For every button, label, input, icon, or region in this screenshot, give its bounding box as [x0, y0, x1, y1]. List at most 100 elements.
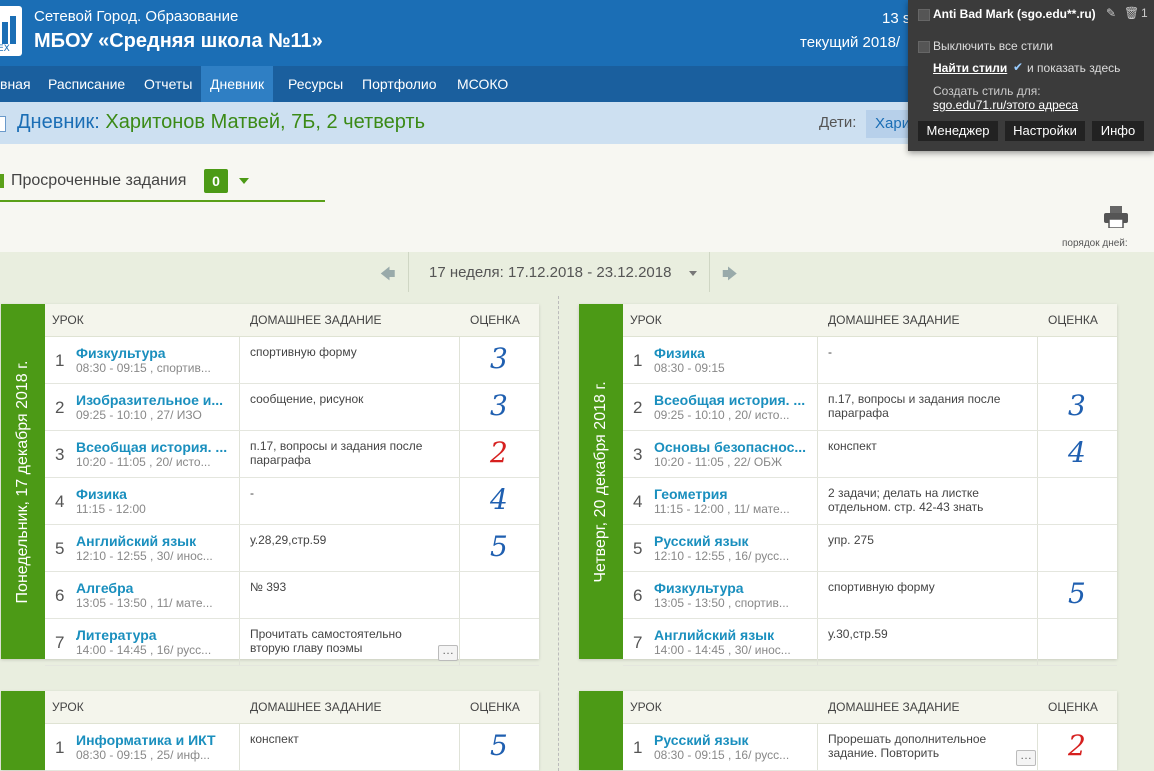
table-header: УРОК ДОМАШНЕЕ ЗАДАНИЕ ОЦЕНКА [45, 691, 539, 724]
lesson-time: 12:10 - 12:55 , 30/ инос... [76, 549, 213, 563]
subject-link[interactable]: Физкультура [654, 580, 814, 596]
subject-link[interactable]: Литература [76, 627, 236, 643]
nav-item[interactable]: Расписание [39, 66, 134, 102]
edit-icon[interactable]: ✎ [1106, 6, 1116, 20]
homework-text: Прочитать самостоятельно вторую главу по… [250, 627, 402, 655]
subject-link[interactable]: Всеобщая история. ... [76, 439, 236, 455]
info-button[interactable]: Инфо [1092, 121, 1144, 141]
column-header-grade: ОЦЕНКА [470, 313, 520, 327]
chevron-down-icon[interactable] [239, 178, 249, 184]
subject-link[interactable]: Основы безопаснос... [654, 439, 814, 455]
table-row: 6 Алгебра 13:05 - 13:50 , 11/ мате... № 393 [45, 572, 539, 619]
grade-mark[interactable]: 3 [490, 342, 508, 375]
subject-link[interactable]: Английский язык [654, 627, 814, 643]
header-date: 13 s [882, 10, 911, 27]
subject-link[interactable]: Физика [654, 345, 814, 361]
table-row: 5 Русский язык 12:10 - 12:55 , 16/ русс...… [623, 525, 1117, 572]
lesson-number: 1 [633, 738, 643, 757]
page-title: Дневник: Харитонов Матвей, 7Б, 2 четверт… [17, 111, 425, 134]
subject-link[interactable]: Информатика и ИКТ [76, 732, 236, 748]
grade-mark[interactable]: 2 [1068, 729, 1086, 762]
print-icon[interactable] [1104, 206, 1128, 228]
more-icon[interactable]: … [438, 644, 458, 661]
lesson-number: 7 [55, 633, 65, 652]
lesson-time: 11:15 - 12:00 [76, 502, 146, 516]
subject-link[interactable]: Геометрия [654, 486, 814, 502]
nav-item[interactable]: Портфолио [353, 66, 446, 102]
subject-link[interactable]: Физика [76, 486, 236, 502]
table-row: 1 Физика 08:30 - 09:15 - [623, 337, 1117, 384]
grade-mark[interactable]: 5 [490, 530, 508, 563]
grade-mark[interactable]: 4 [1068, 436, 1086, 469]
disable-all-label[interactable]: Выключить все стили [933, 39, 1053, 53]
nav-item[interactable]: вная [0, 66, 40, 102]
grade-mark[interactable]: 5 [1068, 577, 1086, 610]
style-enabled-checkbox[interactable] [918, 9, 930, 21]
day-label: Понедельник, 17 декабря 2018 г. [14, 360, 31, 603]
day-card: Четверг, 20 декабря 2018 г. УРОК ДОМАШНЕЕ … [579, 304, 1117, 666]
column-header-grade: ОЦЕНКА [1048, 313, 1098, 327]
subject-link[interactable]: Изобразительное и... [76, 392, 236, 408]
lessons-table: УРОК ДОМАШНЕЕ ЗАДАНИЕ ОЦЕНКА 1 Информатика и… [45, 691, 539, 771]
subject-link[interactable]: Физкультура [76, 345, 236, 361]
subject-link[interactable]: Русский язык [654, 732, 814, 748]
homework-text: конспект [828, 439, 877, 453]
table-row: 3 Всеобщая история. ... 10:20 - 11:05 , 20… [45, 431, 539, 478]
lesson-number: 5 [633, 539, 643, 558]
grade-mark[interactable]: 5 [490, 729, 508, 762]
find-styles-link[interactable]: Найти стили [933, 61, 1007, 75]
grade-mark[interactable]: 4 [490, 483, 508, 516]
overdue-tasks[interactable]: Просроченные задания 0 [0, 164, 325, 202]
homework-text: упр. 275 [828, 533, 874, 547]
next-week-arrow-icon[interactable]: 🡆 [722, 264, 738, 289]
grade-mark[interactable]: 3 [490, 389, 508, 422]
table-row: 2 Всеобщая история. ... 09:25 - 10:10 , 20… [623, 384, 1117, 431]
day-card: УРОК ДОМАШНЕЕ ЗАДАНИЕ ОЦЕНКА 1 Информатика и… [1, 691, 539, 771]
kids-label: Дети: [819, 114, 857, 131]
settings-button[interactable]: Настройки [1005, 121, 1085, 141]
table-row: 4 Геометрия 11:15 - 12:00 , 11/ мате... 2 з… [623, 478, 1117, 525]
day-label: Четверг, 20 декабря 2018 г. [592, 380, 609, 583]
more-icon[interactable]: … [1016, 749, 1036, 766]
lesson-time: 08:30 - 09:15 , 25/ инф... [76, 748, 210, 762]
org-name: Сетевой Город. Образование [34, 8, 239, 25]
lessons-table: УРОК ДОМАШНЕЕ ЗАДАНИЕ ОЦЕНКА 1 Физкультура 08… [45, 304, 539, 666]
subject-link[interactable]: Русский язык [654, 533, 814, 549]
overdue-label: Просроченные задания [11, 172, 187, 189]
prev-week-arrow-icon[interactable]: 🡄 [380, 264, 396, 289]
grade-mark[interactable]: 2 [490, 436, 508, 469]
homework-text: спортивную форму [828, 580, 935, 594]
logo[interactable]: EX [0, 6, 22, 56]
lesson-number: 7 [633, 633, 643, 652]
lesson-time: 11:15 - 12:00 , 11/ мате... [654, 502, 790, 516]
week-label[interactable]: 17 неделя: 17.12.2018 - 23.12.2018 [429, 264, 671, 281]
homework-text: - [828, 345, 832, 359]
manager-button[interactable]: Менеджер [918, 121, 998, 141]
grade-mark[interactable]: 3 [1068, 389, 1086, 422]
nav-item[interactable]: Дневник [201, 66, 274, 102]
show-here-label[interactable]: и показать здесь [1027, 61, 1120, 75]
homework-text: № 393 [250, 580, 287, 594]
lesson-time: 13:05 - 13:50 , спортив... [654, 596, 789, 610]
nav-item[interactable]: Отчеты [135, 66, 201, 102]
column-header-lesson: УРОК [630, 313, 662, 327]
nav-item[interactable]: МСОКО [448, 66, 517, 102]
subject-link[interactable]: Английский язык [76, 533, 236, 549]
lesson-time: 10:20 - 11:05 , 22/ ОБЖ [654, 455, 783, 469]
subject-link[interactable]: Всеобщая история. ... [654, 392, 814, 408]
homework-text: конспект [250, 732, 299, 746]
disable-all-checkbox[interactable] [918, 41, 930, 53]
title-checkbox[interactable] [0, 116, 6, 132]
lesson-time: 12:10 - 12:55 , 16/ русс... [654, 549, 790, 563]
day-card: Понедельник, 17 декабря 2018 г. УРОК ДОМАШ… [1, 304, 539, 666]
style-title[interactable]: Anti Bad Mark (sgo.edu**.ru) [933, 7, 1096, 21]
create-style-link[interactable]: sgo.edu71.ru/этого адреса [933, 98, 1078, 112]
homework-text: у.30,стр.59 [828, 627, 888, 641]
week-dropdown-icon[interactable] [689, 271, 697, 276]
subject-link[interactable]: Алгебра [76, 580, 236, 596]
homework-text: Прорешать дополнительное задание. Повтор… [828, 732, 987, 760]
trash-icon[interactable]: 🗑 [1124, 6, 1139, 20]
nav-item[interactable]: Ресурсы [279, 66, 352, 102]
check-icon[interactable]: ✔ [1013, 60, 1023, 74]
lesson-number: 2 [55, 398, 65, 417]
